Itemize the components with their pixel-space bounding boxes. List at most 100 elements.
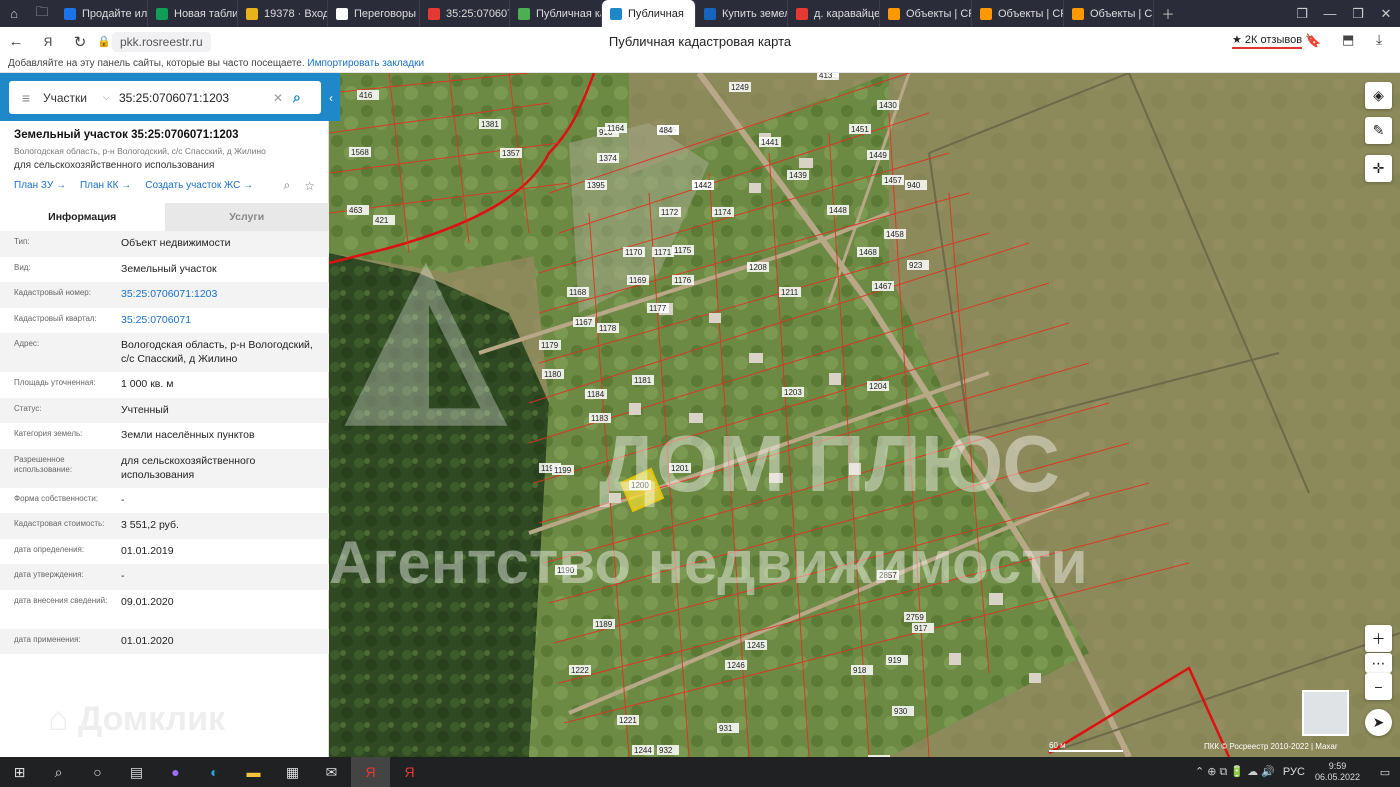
extensions-icon[interactable]: ⬒ (1342, 32, 1354, 48)
parcel-number-label[interactable]: 919 (888, 656, 902, 665)
bookmark-icon[interactable]: 🔖 (1305, 33, 1321, 49)
parcel-number-label[interactable]: 1175 (674, 246, 692, 255)
parcel-number-label[interactable]: 1172 (661, 208, 679, 217)
parcel-number-label[interactable]: 1568 (351, 148, 369, 157)
zoom-in-button[interactable]: ＋ (1365, 625, 1392, 652)
minimap-toggle[interactable] (1302, 690, 1349, 736)
parcel-number-label[interactable]: 931 (719, 724, 733, 733)
parcel-number-label[interactable]: 1381 (481, 120, 499, 129)
browser-tab[interactable]: Объекты | CR (972, 0, 1064, 27)
language-indicator[interactable]: РУС (1283, 766, 1305, 778)
cortana-icon[interactable]: ○ (78, 757, 117, 787)
parcel-number-label[interactable]: 1374 (599, 154, 617, 163)
parcel-number-label[interactable]: 1168 (569, 288, 587, 297)
parcel-number-label[interactable]: 1448 (829, 206, 847, 215)
parcel-number-label[interactable]: 1449 (869, 151, 887, 160)
parcel-number-label[interactable]: 1442 (694, 181, 712, 190)
search-input[interactable]: 35:25:0706071:1203 (119, 91, 273, 105)
info-value[interactable]: 35:25:0706071:1203 (121, 282, 315, 301)
parcel-number-label[interactable]: 1204 (869, 382, 887, 391)
url-field[interactable]: pkk.rosreestr.ru (112, 31, 211, 52)
parcel-number-label[interactable]: 2759 (906, 613, 924, 622)
search-type-select[interactable]: Участки (43, 91, 103, 105)
reviews-badge[interactable]: ★ 2К отзывов (1232, 33, 1303, 49)
search-icon[interactable]: ⌕ (293, 89, 321, 106)
parcel-number-label[interactable]: 1184 (587, 390, 605, 399)
browser-tab[interactable]: Объекты | CR (1064, 0, 1154, 27)
parcel-number-label[interactable]: 1181 (634, 376, 652, 385)
parcel-number-label[interactable]: 1458 (886, 230, 904, 239)
clock[interactable]: 9:59 06.05.2022 (1315, 761, 1360, 783)
parcel-number-label[interactable]: 1221 (619, 716, 637, 725)
parcel-number-label[interactable]: 1180 (544, 370, 562, 379)
star-icon[interactable]: ☆ (304, 179, 315, 193)
ruler-icon[interactable]: ✎ (1365, 117, 1392, 144)
parcel-number-label[interactable]: 1167 (575, 318, 593, 327)
collapse-panel-icon[interactable]: ‹ (329, 91, 333, 105)
restore-button[interactable]: ❒ (1344, 0, 1372, 27)
clear-icon[interactable]: ✕ (273, 91, 293, 105)
chevron-down-icon[interactable]: ⌵ (103, 92, 119, 103)
parcel-number-label[interactable]: 1211 (781, 288, 799, 297)
tab-services[interactable]: Услуги (164, 203, 329, 231)
tray-icons[interactable]: ⌃ ⊕ ⧉ 🔋 ☁ 🔊 (1195, 765, 1275, 779)
parcel-number-label[interactable]: 1208 (749, 263, 767, 272)
parcel-number-label[interactable]: 1468 (859, 248, 877, 257)
edge-icon[interactable]: ◐ (195, 757, 234, 787)
browser-tab[interactable]: Публичная (602, 0, 696, 27)
browser-tab[interactable]: Переговоры с (328, 0, 420, 27)
more-icon[interactable]: ⋯ (1365, 653, 1392, 673)
back-icon[interactable]: ← (0, 33, 32, 50)
download-icon[interactable]: ⤓ (1376, 31, 1382, 48)
parcel-number-label[interactable]: 1395 (587, 181, 605, 190)
parcel-number-label[interactable]: 416 (359, 91, 373, 100)
zoom-out-button[interactable]: − (1365, 673, 1392, 700)
start-icon[interactable]: ⊞ (0, 757, 39, 787)
cadastral-map[interactable]: 1166117311721174117111751170117611691177… (329, 73, 1400, 757)
parcel-number-label[interactable]: 413 (819, 73, 833, 80)
parcel-number-label[interactable]: 923 (909, 261, 923, 270)
parcel-number-label[interactable]: 1467 (874, 282, 892, 291)
mail-icon[interactable]: ✉ (312, 757, 351, 787)
locate-icon[interactable]: ✛ (1365, 155, 1392, 182)
parcel-number-label[interactable]: 1246 (727, 661, 745, 670)
parcel-number-label[interactable]: 1451 (851, 125, 869, 134)
parcel-number-label[interactable]: 1164 (607, 124, 625, 133)
parcel-number-label[interactable]: 1244 (634, 746, 652, 755)
parcel-number-label[interactable]: 1203 (784, 388, 802, 397)
parcel-number-label[interactable]: 1179 (541, 341, 559, 350)
browser-tab[interactable]: 19378 · Входя (238, 0, 328, 27)
parcel-number-label[interactable]: 1249 (731, 83, 749, 92)
yandex-icon[interactable]: Я (32, 35, 64, 49)
tab-info[interactable]: Информация (0, 203, 165, 231)
import-bookmarks-link[interactable]: Импортировать закладки (307, 58, 424, 69)
parcel-number-label[interactable]: 1199 (554, 466, 572, 475)
store-icon[interactable]: ▦ (273, 757, 312, 787)
browser-tab[interactable]: д. каравайцев (788, 0, 880, 27)
yandex-icon[interactable]: Я (390, 757, 429, 787)
parcel-number-label[interactable]: 1189 (595, 620, 613, 629)
parcel-number-label[interactable]: 1357 (502, 149, 520, 158)
home-icon[interactable]: ⌂ (0, 0, 28, 27)
parcel-number-label[interactable]: 940 (907, 181, 921, 190)
layers-icon[interactable]: ◈ (1365, 82, 1392, 109)
parcel-number-label[interactable]: 917 (914, 624, 928, 633)
yandex-browser-icon[interactable]: Я (351, 757, 390, 787)
task-view-icon[interactable]: ▤ (117, 757, 156, 787)
parcel-number-label[interactable]: 1441 (761, 138, 779, 147)
parcel-number-label[interactable]: 1176 (674, 276, 692, 285)
parcel-number-label[interactable]: 1170 (625, 248, 643, 257)
browser-tab[interactable]: Продайте или (56, 0, 148, 27)
parcel-number-label[interactable]: 1171 (654, 248, 672, 257)
plan-kk-link[interactable]: План КК → (80, 180, 131, 191)
parcel-number-label[interactable]: 1177 (649, 304, 667, 313)
close-window-button[interactable]: ✕ (1372, 0, 1400, 27)
parcel-number-label[interactable]: 1457 (884, 176, 902, 185)
parcel-number-label[interactable]: 1169 (629, 276, 647, 285)
parcel-number-label[interactable]: 484 (659, 126, 673, 135)
search-icon[interactable]: ⌕ (39, 757, 78, 787)
new-tab-button[interactable]: ＋ (1154, 0, 1182, 27)
notifications-icon[interactable]: ▭ (1370, 766, 1400, 779)
parcel-number-label[interactable]: 1430 (879, 101, 897, 110)
browser-tab[interactable]: Купить земел (696, 0, 788, 27)
